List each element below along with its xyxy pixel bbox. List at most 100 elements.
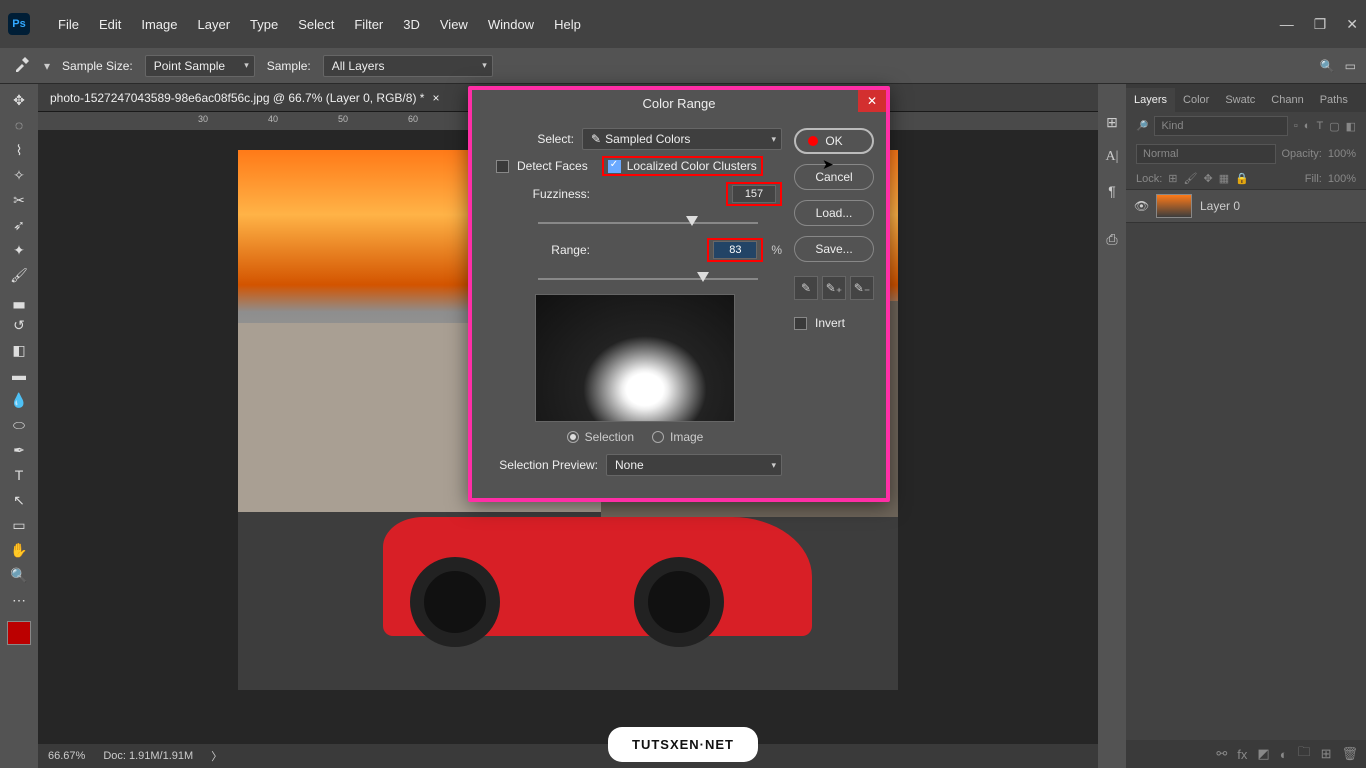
delete-layer-icon[interactable]: 🗑 [1341, 746, 1358, 762]
detect-faces-checkbox[interactable] [496, 160, 509, 173]
tab-paths[interactable]: Paths [1312, 88, 1356, 112]
menu-select[interactable]: Select [288, 11, 344, 38]
properties-icon[interactable]: ⊞ [1106, 114, 1118, 131]
menu-edit[interactable]: Edit [89, 11, 131, 38]
cancel-button[interactable]: Cancel [794, 164, 874, 190]
lock-all-icon[interactable]: 🔒 [1235, 172, 1249, 185]
layer-fx-icon[interactable]: fx [1237, 747, 1247, 762]
fuzziness-slider[interactable] [538, 212, 758, 228]
magic-wand-tool[interactable]: ✧ [4, 163, 34, 187]
edit-toolbar[interactable]: ⋯ [4, 588, 34, 612]
move-tool[interactable]: ✥ [4, 88, 34, 112]
filter-pixel-icon[interactable]: ▫ [1294, 120, 1298, 132]
close-icon[interactable]: ✕ [1346, 16, 1358, 33]
eyedropper-sample-icon[interactable]: ✎ [794, 276, 818, 300]
zoom-tool[interactable]: 🔍 [4, 563, 34, 587]
history-brush-tool[interactable]: ↺ [4, 313, 34, 337]
layer-filter-dropdown[interactable]: Kind [1154, 116, 1287, 136]
save-button[interactable]: Save... [794, 236, 874, 262]
pen-tool[interactable]: ✒ [4, 438, 34, 462]
menu-image[interactable]: Image [131, 11, 187, 38]
search-icon[interactable]: 🔍 [1320, 59, 1335, 73]
eyedropper-subtract-icon[interactable]: ✎₋ [850, 276, 874, 300]
path-select-tool[interactable]: ↖ [4, 488, 34, 512]
select-dropdown[interactable]: ✎Sampled Colors [582, 128, 782, 150]
dodge-tool[interactable]: ⬭ [4, 413, 34, 437]
menu-view[interactable]: View [430, 11, 478, 38]
menu-file[interactable]: File [48, 11, 89, 38]
invert-checkbox[interactable] [794, 317, 807, 330]
tab-channels[interactable]: Chann [1263, 88, 1311, 112]
eyedropper-tool[interactable]: ➶ [4, 213, 34, 237]
character-icon[interactable]: A| [1106, 149, 1119, 165]
blend-mode-dropdown[interactable]: Normal [1136, 144, 1276, 164]
sample-dropdown[interactable]: All Layers [323, 55, 493, 77]
selection-preview-image[interactable] [535, 294, 735, 422]
gradient-tool[interactable]: ▬ [4, 363, 34, 387]
ok-button[interactable]: OK [794, 128, 874, 154]
menu-filter[interactable]: Filter [344, 11, 393, 38]
sample-size-dropdown[interactable]: Point Sample [145, 55, 255, 77]
load-button[interactable]: Load... [794, 200, 874, 226]
minimize-icon[interactable]: — [1280, 16, 1294, 32]
filter-type-icon[interactable]: T [1316, 120, 1323, 132]
range-input[interactable]: 83 [713, 241, 757, 259]
close-tab-icon[interactable]: × [432, 91, 439, 105]
opacity-value[interactable]: 100% [1328, 148, 1356, 160]
tab-color[interactable]: Color [1175, 88, 1217, 112]
layer-name[interactable]: Layer 0 [1200, 199, 1240, 213]
filter-shape-icon[interactable]: ▢ [1329, 120, 1339, 133]
dialog-close-button[interactable]: ✕ [858, 90, 886, 112]
blur-tool[interactable]: 💧 [4, 388, 34, 412]
selection-preview-dropdown[interactable]: None [606, 454, 782, 476]
libraries-icon[interactable]: ⎙ [1106, 231, 1117, 248]
rectangle-tool[interactable]: ▭ [4, 513, 34, 537]
workspace-icon[interactable]: ▭ [1345, 59, 1356, 73]
tab-layers[interactable]: Layers [1126, 88, 1175, 112]
doc-size[interactable]: Doc: 1.91M/1.91M [103, 750, 193, 762]
lock-position-icon[interactable]: ✥ [1203, 172, 1212, 185]
lock-artboard-icon[interactable]: ▦ [1219, 172, 1229, 185]
lasso-tool[interactable]: ⌇ [4, 138, 34, 162]
filter-smart-icon[interactable]: ◧ [1346, 120, 1356, 133]
new-adjustment-icon[interactable]: ◐ [1280, 747, 1288, 762]
ruler-tick: 60 [408, 114, 418, 124]
range-slider[interactable] [538, 268, 758, 284]
lock-pixels-icon[interactable]: 🖌 [1184, 172, 1198, 185]
dialog-title: Color Range [643, 96, 716, 111]
new-group-icon[interactable]: 🗀 [1298, 743, 1311, 765]
lock-transparency-icon[interactable]: ⊞ [1168, 172, 1177, 185]
filter-adjust-icon[interactable]: ◐ [1304, 120, 1311, 132]
localized-checkbox[interactable] [608, 160, 621, 173]
layer-thumbnail[interactable] [1156, 194, 1192, 218]
link-layers-icon[interactable]: ⚯ [1216, 746, 1227, 762]
marquee-tool[interactable]: ◌ [4, 113, 34, 137]
zoom-level[interactable]: 66.67% [48, 750, 85, 762]
brush-tool[interactable]: 🖌 [4, 263, 34, 287]
dialog-titlebar[interactable]: Color Range ✕ [472, 90, 886, 116]
foreground-swatch[interactable] [7, 621, 31, 645]
type-tool[interactable]: T [4, 463, 34, 487]
new-layer-icon[interactable]: ⊞ [1321, 746, 1332, 762]
eraser-tool[interactable]: ◧ [4, 338, 34, 362]
hand-tool[interactable]: ✋ [4, 538, 34, 562]
stamp-tool[interactable]: ▃ [4, 288, 34, 312]
tab-swatches[interactable]: Swatc [1217, 88, 1263, 112]
menu-type[interactable]: Type [240, 11, 288, 38]
add-mask-icon[interactable]: ◩ [1257, 746, 1269, 762]
fill-value[interactable]: 100% [1328, 173, 1356, 185]
layer-row[interactable]: 👁 Layer 0 [1126, 189, 1366, 223]
fuzziness-input[interactable]: 157 [732, 185, 776, 203]
maximize-icon[interactable]: ❐ [1314, 16, 1327, 33]
image-radio[interactable] [652, 431, 664, 443]
menu-help[interactable]: Help [544, 11, 591, 38]
crop-tool[interactable]: ✂ [4, 188, 34, 212]
selection-radio[interactable] [567, 431, 579, 443]
eyedropper-add-icon[interactable]: ✎₊ [822, 276, 846, 300]
menu-window[interactable]: Window [478, 11, 544, 38]
paragraph-icon[interactable]: ¶ [1108, 183, 1116, 199]
visibility-icon[interactable]: 👁 [1134, 199, 1148, 213]
healing-tool[interactable]: ✦ [4, 238, 34, 262]
menu-layer[interactable]: Layer [188, 11, 241, 38]
menu-3d[interactable]: 3D [393, 11, 430, 38]
